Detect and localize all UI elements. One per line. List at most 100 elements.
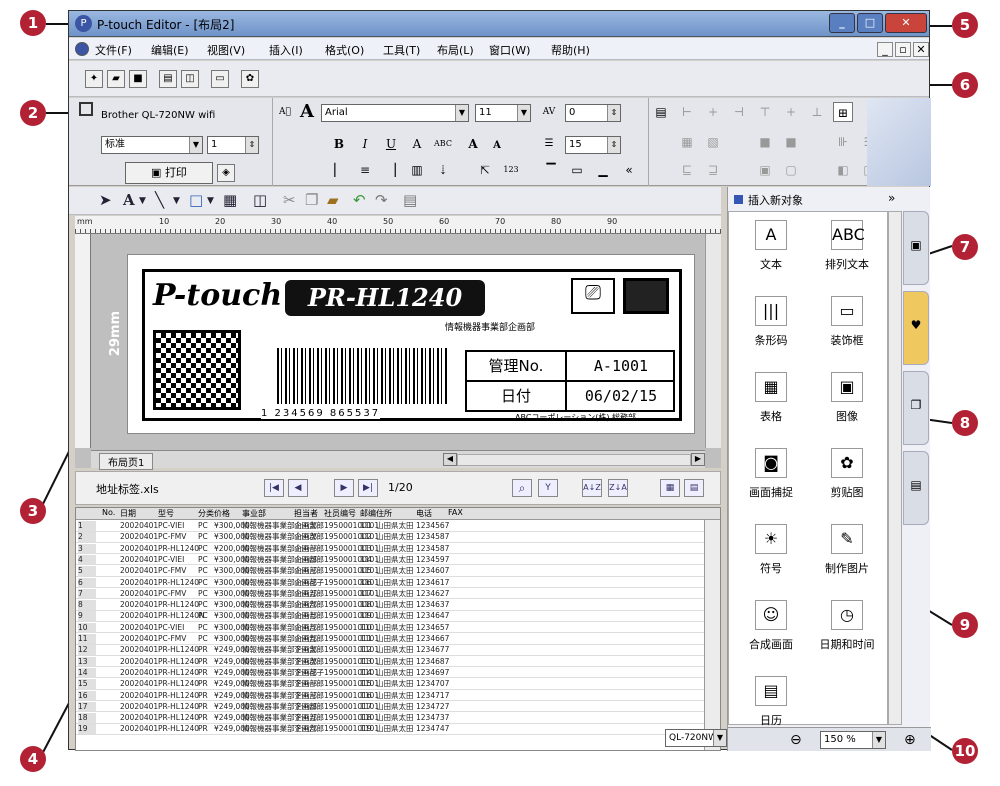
underline-button[interactable]: U (381, 134, 401, 154)
table-cell[interactable]: 20020401 (120, 578, 158, 588)
mdi-restore-button[interactable]: ▫ (895, 42, 911, 57)
grid-view-icon[interactable]: ▦ (660, 479, 680, 497)
row-number[interactable]: 3 (78, 543, 96, 554)
table-cell[interactable]: 下田四郎 (294, 702, 324, 712)
table-cell[interactable]: PC (198, 634, 208, 644)
table-row[interactable]: 3 20020401 PR-HL1240 PC ¥200,000 情報機器事業部企画部 山田… (76, 543, 706, 555)
copy-icon[interactable]: ❐ (305, 191, 318, 209)
table-cell[interactable]: 山田県太田 (376, 532, 414, 542)
text-tool-icon[interactable]: A (123, 191, 135, 209)
table-cell[interactable]: PR (198, 691, 208, 701)
search-icon[interactable]: ⌕ (512, 479, 532, 497)
table-cell[interactable]: PR (198, 724, 208, 734)
distribute-v-icon[interactable]: ▧ (703, 132, 723, 152)
table-row[interactable]: 17 20020401 PR-HL1240 PR ¥249,000 情報機器事業部企画部下… (76, 701, 706, 713)
group-icon[interactable]: ⊑ (677, 160, 697, 180)
table-cell[interactable]: 1234677 (416, 645, 449, 655)
align-h-center-icon[interactable]: + (703, 102, 723, 122)
table-cell[interactable]: PR-HL1240 (158, 645, 199, 655)
table-row[interactable]: 8 20020401 PR-HL1240 PC ¥300,000 情報機器事業部企画部 山田… (76, 600, 706, 611)
mdi-minimize-button[interactable]: _ (877, 42, 893, 57)
scroll-left-button[interactable]: ◀ (443, 453, 457, 466)
table-cell[interactable]: 山田県太田 (376, 544, 414, 554)
table-cell[interactable]: 20020401 (120, 645, 158, 655)
insert-item-4[interactable]: ▦ 表格 (731, 372, 811, 432)
table-cell[interactable]: PR-HL1240 (158, 657, 199, 667)
table-cell[interactable]: 20020401 (120, 532, 158, 542)
table-cell[interactable]: 山田県太田 (376, 702, 414, 712)
numbering-button[interactable]: 123 (501, 160, 521, 180)
table-cell[interactable]: 1234607 (416, 566, 449, 576)
table-cell[interactable]: PR (198, 668, 208, 678)
insert-item-1[interactable]: ABC 排列文本 (807, 220, 887, 280)
table-cell[interactable]: 20020401 (120, 702, 158, 712)
row-number[interactable]: 2 (78, 532, 96, 542)
table-cell[interactable]: PC-FMV (158, 532, 186, 542)
table-row[interactable]: 9 20020401 PR-HL1240N PC ¥300,000 情報機器事業部企画部山… (76, 611, 706, 622)
table-cell[interactable]: 20020401 (120, 634, 158, 644)
align-bottom-edges-icon[interactable]: ⊥ (807, 102, 827, 122)
info-table[interactable]: 管理No. A-1001 日付 06/02/15 (465, 350, 675, 412)
mdi-close-button[interactable]: ✕ (913, 42, 929, 57)
panel-expand-icon[interactable]: » (888, 191, 895, 205)
table-row[interactable]: 11 20020401 PC-FMV PC ¥300,000 情報機器事業部企画部 山田九郎… (76, 634, 706, 645)
table-cell[interactable]: 1234587 (416, 532, 449, 542)
table-cell[interactable]: PR (198, 657, 208, 667)
row-number[interactable]: 13 (78, 656, 96, 667)
table-cell[interactable]: 20020401 (120, 611, 158, 621)
align-justify-button[interactable]: ▥ (407, 160, 427, 180)
menu-layout[interactable]: 布局(L) (437, 42, 474, 58)
object-tool-icon[interactable]: ◫ (253, 191, 267, 209)
table-cell[interactable]: 山田八郎 (294, 623, 324, 633)
brand-logo[interactable]: P-touch (153, 278, 282, 313)
table-cell[interactable]: 1234587 (416, 544, 449, 554)
table-cell[interactable]: 20020401 (120, 600, 158, 610)
table-cell[interactable]: PC-FMV (158, 589, 186, 599)
frame-text-button[interactable]: ABC (433, 134, 453, 154)
table-cell[interactable]: PR-HL1240 (158, 600, 199, 610)
computer-icon[interactable] (623, 278, 669, 314)
row-number[interactable]: 9 (78, 611, 96, 621)
valign-middle-button[interactable]: ▭ (567, 160, 587, 180)
italic-button[interactable]: I (355, 134, 375, 154)
properties-icon[interactable]: ▤ (403, 191, 417, 209)
table-cell[interactable]: PR-HL1240 (158, 724, 199, 734)
fit-text-button[interactable]: ⇱ (475, 160, 495, 180)
table-cell[interactable]: 1234727 (416, 702, 449, 712)
table-cell[interactable]: PR (198, 713, 208, 723)
table-cell[interactable]: 1234747 (416, 724, 449, 734)
table-row[interactable]: 15 20020401 PR-HL1240 PR ¥249,000 情報機器事業部企画部下… (76, 679, 706, 690)
row-number[interactable]: 18 (78, 713, 96, 723)
column-header[interactable]: 住所 (376, 508, 392, 519)
wizard-icon[interactable]: ▭ (211, 70, 229, 88)
menu-file[interactable]: 文件(F) (95, 42, 132, 58)
insert-item-2[interactable]: ||| 条形码 (731, 296, 811, 356)
row-number[interactable]: 12 (78, 645, 96, 655)
bring-front-icon[interactable]: ▣ (755, 160, 775, 180)
table-cell[interactable]: 20020401 (120, 623, 158, 633)
column-header[interactable]: 日期 (120, 508, 136, 519)
table-cell[interactable]: 山田県太田 (376, 634, 414, 644)
table-cell[interactable]: PC (198, 623, 208, 633)
zoom-out-icon[interactable]: ⊖ (790, 732, 802, 748)
insert-item-11[interactable]: ◷ 日期和时间 (807, 600, 887, 660)
row-number[interactable]: 5 (78, 566, 96, 576)
table-cell[interactable]: 山田県太田 (376, 600, 414, 610)
first-record-button[interactable]: |◀ (264, 479, 284, 497)
column-header[interactable]: 事业部 (242, 508, 266, 519)
table-cell[interactable]: 20020401 (120, 521, 158, 531)
align-left-edges-icon[interactable]: ⊢ (677, 102, 697, 122)
table-cell[interactable]: PR-HL1240 (158, 713, 199, 723)
table-tool-icon[interactable]: ▦ (223, 191, 237, 209)
table-cell[interactable]: PR-HL1240 (158, 544, 199, 554)
qr-code[interactable] (153, 330, 241, 410)
table-cell[interactable]: 下田三郎 (294, 691, 324, 701)
title-bar[interactable]: P P-touch Editor - [布局2] _ □ ✕ (69, 11, 929, 37)
table-row[interactable]: 14 20020401 PR-HL1240 PR ¥249,000 情報機器事業部企画部下… (76, 667, 706, 679)
table-cell[interactable]: 1234687 (416, 657, 449, 667)
mouse-icon[interactable]: ⎚ (571, 278, 615, 314)
column-header[interactable]: 社员编号 (324, 508, 356, 519)
table-cell[interactable]: 山田県太田 (376, 645, 414, 655)
table-cell[interactable]: 20020401 (120, 679, 158, 689)
table-cell[interactable]: PR-HL1240 (158, 679, 199, 689)
